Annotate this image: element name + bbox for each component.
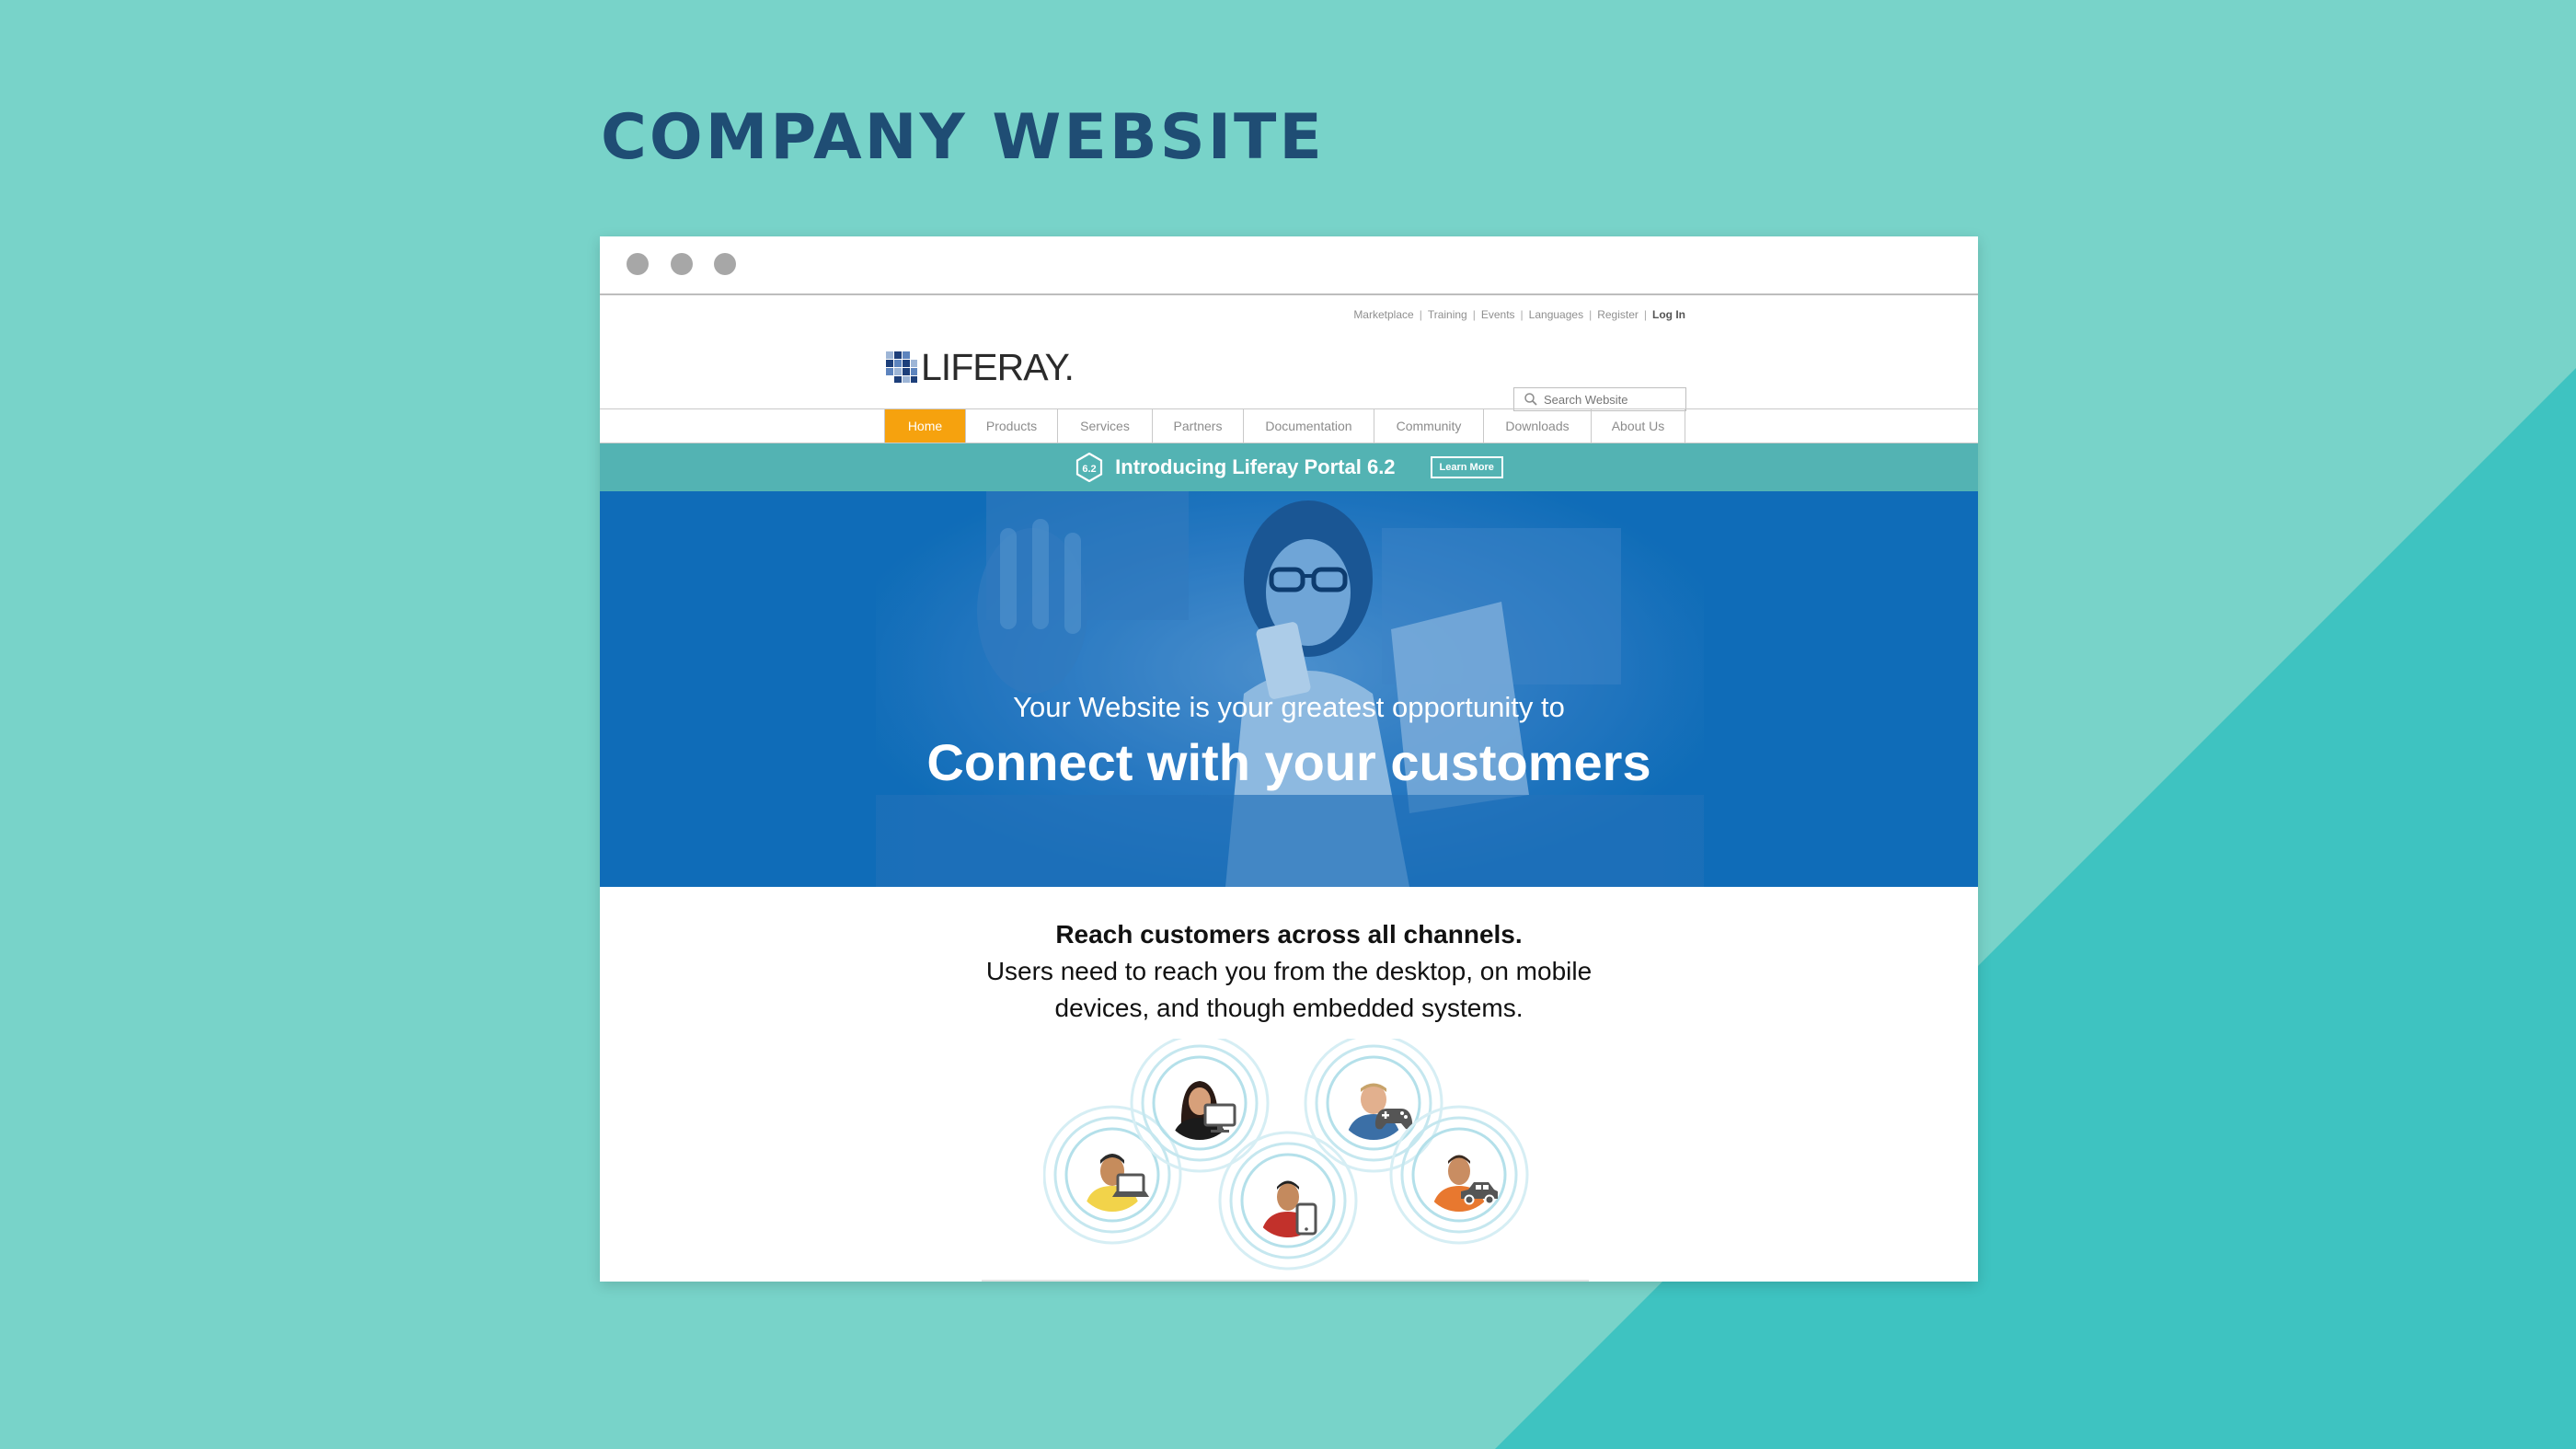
nav-about-us[interactable]: About Us — [1592, 409, 1685, 443]
channel-users-illustration — [1043, 1039, 1529, 1271]
hero-subtitle: Your Website is your greatest opportunit… — [1013, 691, 1565, 723]
version-badge-label: 6.2 — [1083, 464, 1097, 475]
announcement-text: Introducing Liferay Portal 6.2 — [1115, 455, 1396, 478]
nav-services[interactable]: Services — [1058, 409, 1153, 443]
browser-chrome-bar — [600, 236, 1978, 295]
link-marketplace[interactable]: Marketplace — [1353, 308, 1413, 321]
hero-photo — [600, 491, 1978, 887]
user-monitor — [1130, 1039, 1270, 1173]
nav-community[interactable]: Community — [1374, 409, 1484, 443]
link-languages[interactable]: Languages — [1529, 308, 1583, 321]
hero-title: Connect with your customers — [926, 733, 1651, 791]
logo-text: LIFERAY. — [921, 345, 1075, 388]
laptop-icon — [1112, 1173, 1149, 1197]
link-training[interactable]: Training — [1428, 308, 1467, 321]
window-minimize-dot[interactable] — [671, 253, 693, 275]
reach-heading: Reach customers across all channels. — [1055, 920, 1523, 949]
nav-partners[interactable]: Partners — [1153, 409, 1244, 443]
window-close-dot[interactable] — [627, 253, 649, 275]
site-logo[interactable]: LIFERAY. — [886, 345, 1075, 388]
liferay-logo-icon — [886, 351, 917, 383]
link-register[interactable]: Register — [1597, 308, 1639, 321]
link-login[interactable]: Log In — [1652, 308, 1685, 321]
slide: COMPANY WEBSITE Marketplace | Training | Eve… — [0, 0, 2576, 1449]
reach-text-line-1: Users need to reach you from the desktop… — [985, 957, 1593, 985]
learn-more-button[interactable]: Learn More — [1430, 456, 1503, 478]
reach-text-line-2: devices, and though embedded systems. — [1054, 994, 1524, 1022]
slide-title: COMPANY WEBSITE — [601, 101, 1325, 174]
nav-products[interactable]: Products — [966, 409, 1058, 443]
browser-window: Marketplace | Training | Events | Languages | Re… — [600, 236, 1978, 1282]
user-tablet — [1218, 1131, 1358, 1271]
version-badge-icon: 6.2 — [1076, 453, 1103, 482]
nav-home[interactable]: Home — [884, 409, 966, 443]
utility-links: Marketplace | Training | Events | Languages | Re… — [1353, 308, 1685, 321]
main-nav: Home Products Services Partners Document… — [884, 409, 1685, 443]
tablet-icon — [1295, 1202, 1317, 1236]
announcement-bar: 6.2 Introducing Liferay Portal 6.2 Learn… — [600, 443, 1978, 491]
hero-banner: Your Website is your greatest opportunit… — [600, 491, 1978, 887]
link-events[interactable]: Events — [1481, 308, 1515, 321]
search-icon — [1524, 393, 1537, 406]
window-maximize-dot[interactable] — [714, 253, 736, 275]
page-bottom-divider — [982, 1280, 1589, 1282]
nav-documentation[interactable]: Documentation — [1244, 409, 1374, 443]
nav-downloads[interactable]: Downloads — [1484, 409, 1592, 443]
user-car — [1389, 1105, 1529, 1245]
search-input[interactable] — [1544, 392, 1673, 407]
web-page: Marketplace | Training | Events | Languages | Re… — [600, 295, 1978, 1282]
